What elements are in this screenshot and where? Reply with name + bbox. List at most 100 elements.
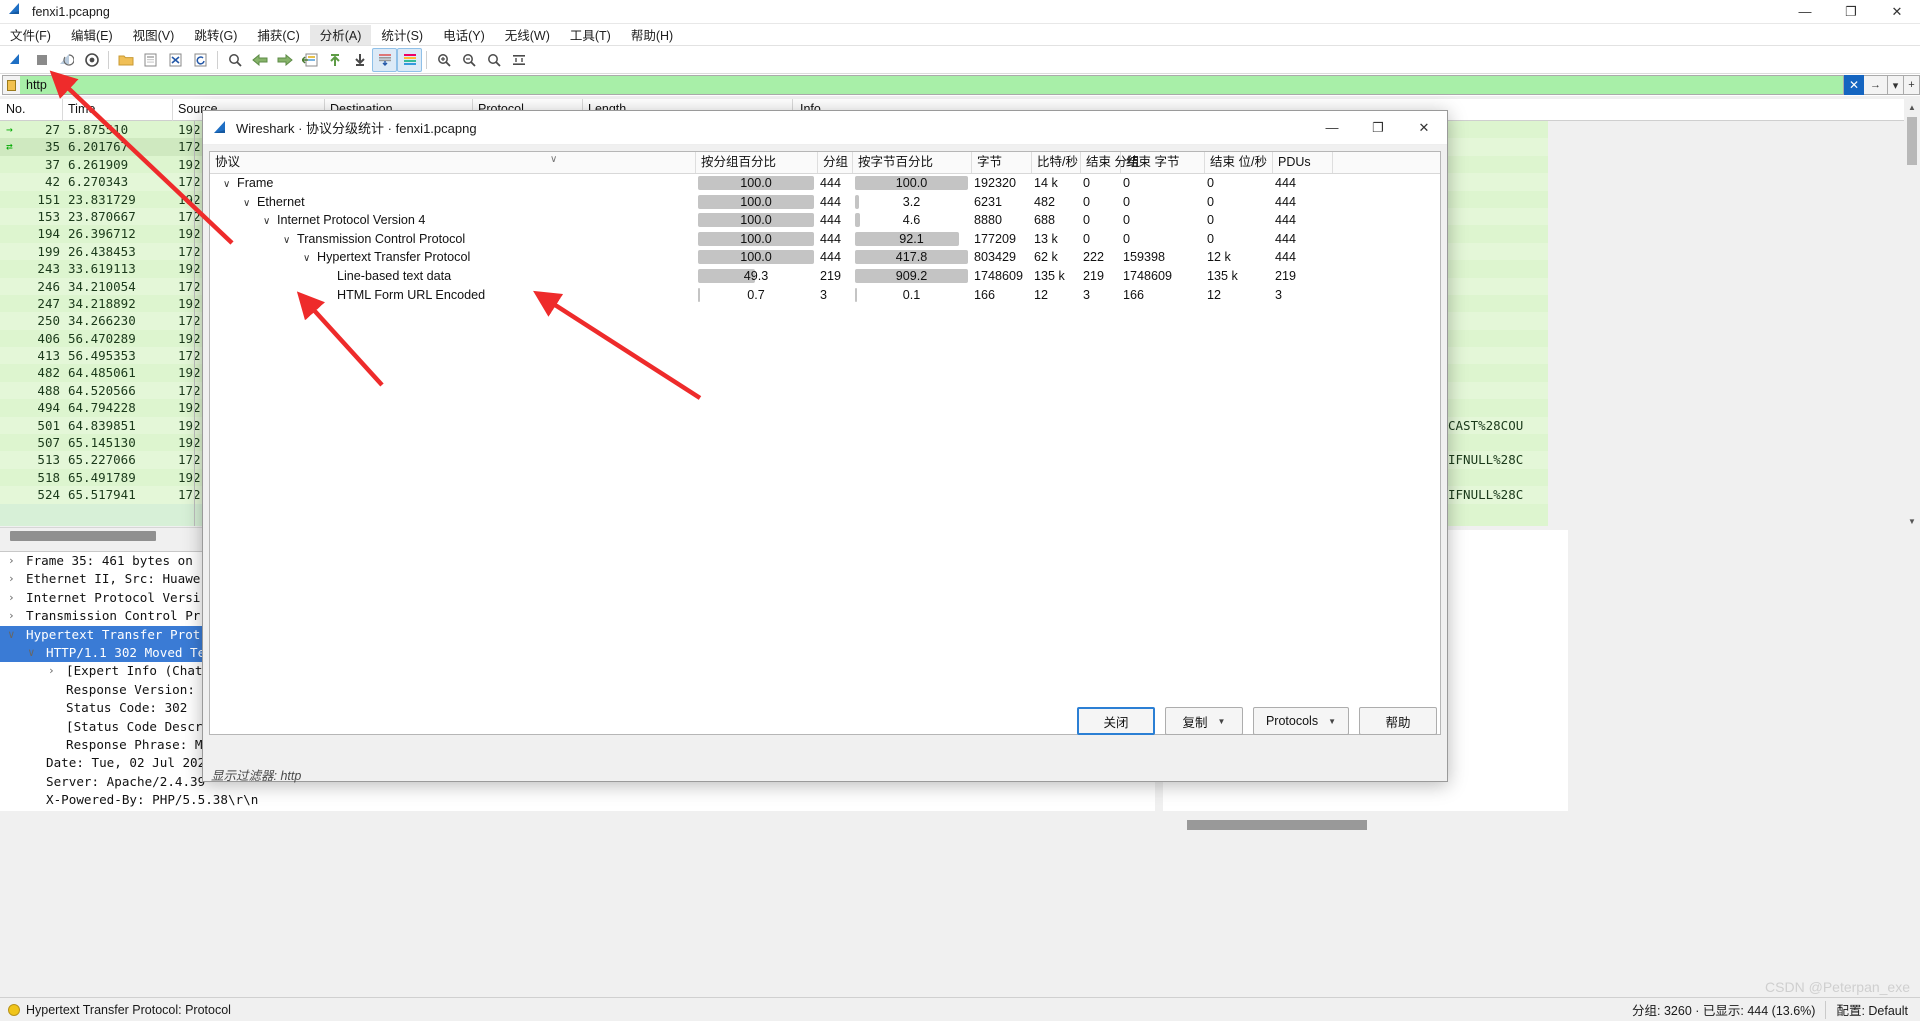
col-bits-per-second[interactable]: 比特/秒 [1032, 152, 1081, 173]
dialog-maximize-button[interactable]: ❐ [1355, 111, 1401, 145]
menu-tools[interactable]: 工具(T) [560, 25, 621, 45]
help-button[interactable]: 帮助 [1359, 707, 1437, 735]
go-to-packet-icon[interactable] [297, 48, 322, 72]
close-button[interactable]: ✕ [1874, 0, 1920, 24]
bytes-pane-hscrollbar[interactable] [1163, 818, 1553, 832]
expert-info-icon[interactable] [8, 1003, 20, 1016]
button-label: 复制 [1182, 715, 1208, 730]
dialog-close-button[interactable]: ✕ [1401, 111, 1447, 145]
protocols-button[interactable]: Protocols ▼ [1252, 707, 1349, 735]
go-forward-icon[interactable] [272, 48, 297, 72]
tree-twisty-icon[interactable]: › [8, 607, 15, 625]
tree-twisty-icon[interactable]: ∨ [28, 644, 35, 662]
table-row[interactable]: ∨ Ethernet 100.0 444 3.2 6231 482 0 0 0 444 [210, 193, 1440, 212]
clear-filter-button[interactable]: ✕ [1844, 75, 1864, 95]
go-first-packet-icon[interactable] [322, 48, 347, 72]
scrollbar-thumb[interactable] [1187, 820, 1367, 830]
copy-button[interactable]: 复制 ▼ [1164, 707, 1243, 735]
go-back-icon[interactable] [247, 48, 272, 72]
menu-analyze[interactable]: 分析(A) [309, 24, 372, 45]
column-header-no[interactable]: No. [6, 102, 25, 116]
close-file-icon[interactable] [163, 48, 188, 72]
display-filter-input[interactable]: http [20, 75, 1844, 95]
col-end-bytes[interactable]: 结束 字节 [1121, 152, 1205, 173]
menu-view[interactable]: 视图(V) [123, 25, 185, 45]
restart-capture-icon[interactable] [54, 48, 79, 72]
bookmark-icon[interactable] [2, 75, 20, 95]
tree-twisty-icon[interactable]: ∨ [8, 626, 15, 644]
packet-source: 192 [178, 435, 201, 451]
menu-help[interactable]: 帮助(H) [621, 25, 683, 45]
auto-scroll-icon[interactable] [372, 47, 397, 72]
filter-expression-button[interactable]: + [1904, 75, 1920, 95]
scrollbar-thumb[interactable] [10, 531, 156, 541]
colorize-icon[interactable] [397, 47, 422, 72]
scroll-down-arrow-icon[interactable]: ▼ [1904, 513, 1920, 529]
col-percent-bytes[interactable]: 按字节百分比 [853, 152, 972, 173]
close-button[interactable]: 关闭 [1076, 707, 1155, 735]
cell-end-bits: 0 [1207, 194, 1215, 209]
col-end-packets[interactable]: 结束 分组 [1081, 152, 1139, 173]
protocol-hierarchy-table[interactable]: 协议 按分组百分比 分组 按字节百分比 字节 比特/秒 结束 分组 结束 字节 结束 位/秒 PD… [209, 151, 1441, 735]
table-row[interactable]: ∨ Internet Protocol Version 4 100.0 444 4.6 8… [210, 211, 1440, 230]
col-pdus[interactable]: PDUs [1273, 152, 1333, 173]
detail-row-label: [Status Code Descr [66, 718, 203, 734]
cell-end-bits: 12 [1207, 287, 1222, 302]
menu-file[interactable]: 文件(F) [0, 25, 61, 45]
tree-twisty-icon[interactable]: › [48, 662, 55, 680]
table-row[interactable]: ∨ Frame 100.0 444 100.0 192320 14 k 0 0 0 444 [210, 174, 1440, 193]
table-row[interactable]: ∨ Transmission Control Protocol 100.0 444 92… [210, 230, 1440, 249]
menu-telephony[interactable]: 电话(Y) [433, 25, 495, 45]
packet-time: 6.201767 [68, 139, 129, 155]
apply-filter-button[interactable]: → [1864, 75, 1888, 95]
column-header-time[interactable]: Time [68, 102, 95, 116]
reload-file-icon[interactable] [188, 48, 213, 72]
packet-no: 406 [37, 330, 60, 346]
col-end-bits[interactable]: 结束 位/秒 [1205, 152, 1273, 173]
find-packet-icon[interactable] [222, 48, 247, 72]
menu-edit[interactable]: 编辑(E) [61, 25, 123, 45]
packet-info-fragment [1448, 138, 1548, 156]
menu-go[interactable]: 跳转(G) [184, 25, 247, 45]
tree-twisty-icon[interactable]: › [8, 570, 15, 588]
save-file-icon[interactable] [138, 48, 163, 72]
table-row[interactable]: ∨ Hypertext Transfer Protocol 100.0 444 417.… [210, 248, 1440, 267]
table-body[interactable]: ∨ Frame 100.0 444 100.0 192320 14 k 0 0 0 444 ∨ Ethe… [210, 174, 1440, 304]
col-bytes[interactable]: 字节 [972, 152, 1032, 173]
col-protocol[interactable]: 协议 [210, 152, 696, 173]
table-row[interactable]: Line-based text data 49.3 219 909.2 1748609 1… [210, 267, 1440, 286]
stop-capture-icon[interactable] [29, 48, 54, 72]
filter-dropdown-button[interactable]: ▾ [1888, 75, 1904, 95]
minimize-button[interactable]: — [1782, 0, 1828, 24]
window-title: fenxi1.pcapng [32, 4, 110, 19]
start-capture-icon[interactable] [4, 48, 29, 72]
menu-statistics[interactable]: 统计(S) [371, 25, 433, 45]
table-row[interactable]: HTML Form URL Encoded 0.7 3 0.1 166 12 3 166 12 3 [210, 286, 1440, 305]
detail-tree-row[interactable]: X-Powered-By: PHP/5.5.38\r\n [0, 791, 1155, 809]
scroll-up-arrow-icon[interactable]: ▲ [1904, 99, 1920, 115]
open-file-icon[interactable] [113, 48, 138, 72]
detail-row-label: [Expert Info (Chat [66, 663, 203, 679]
menu-wireless[interactable]: 无线(W) [495, 25, 560, 45]
capture-options-icon[interactable] [79, 48, 104, 72]
packet-list-vscrollbar[interactable]: ▲ ▼ [1904, 99, 1920, 529]
col-packets[interactable]: 分组 [818, 152, 853, 173]
packet-info-fragment [1448, 155, 1548, 174]
packet-list-column-divider [194, 121, 195, 526]
scrollbar-thumb[interactable] [1907, 117, 1917, 165]
zoom-reset-icon[interactable] [481, 48, 506, 72]
col-percent-packets[interactable]: 按分组百分比 [696, 152, 818, 173]
resize-columns-icon[interactable] [506, 48, 531, 72]
dialog-minimize-button[interactable]: — [1309, 111, 1355, 145]
tree-twisty-icon[interactable]: › [8, 589, 15, 607]
maximize-button[interactable]: ❐ [1828, 0, 1874, 24]
go-last-packet-icon[interactable] [347, 48, 372, 72]
table-header-row: 协议 按分组百分比 分组 按字节百分比 字节 比特/秒 结束 分组 结束 字节 结束 位/秒 PD… [210, 152, 1440, 174]
zoom-out-icon[interactable] [456, 48, 481, 72]
zoom-in-icon[interactable] [431, 48, 456, 72]
status-bar: Hypertext Transfer Protocol: Protocol 分组… [0, 997, 1920, 1021]
cell-pdus: 444 [1275, 213, 1297, 228]
menu-bar: 文件(F) 编辑(E) 视图(V) 跳转(G) 捕获(C) 分析(A) 统计(S… [0, 24, 1920, 46]
menu-capture[interactable]: 捕获(C) [247, 25, 309, 45]
tree-twisty-icon[interactable]: › [8, 552, 15, 570]
